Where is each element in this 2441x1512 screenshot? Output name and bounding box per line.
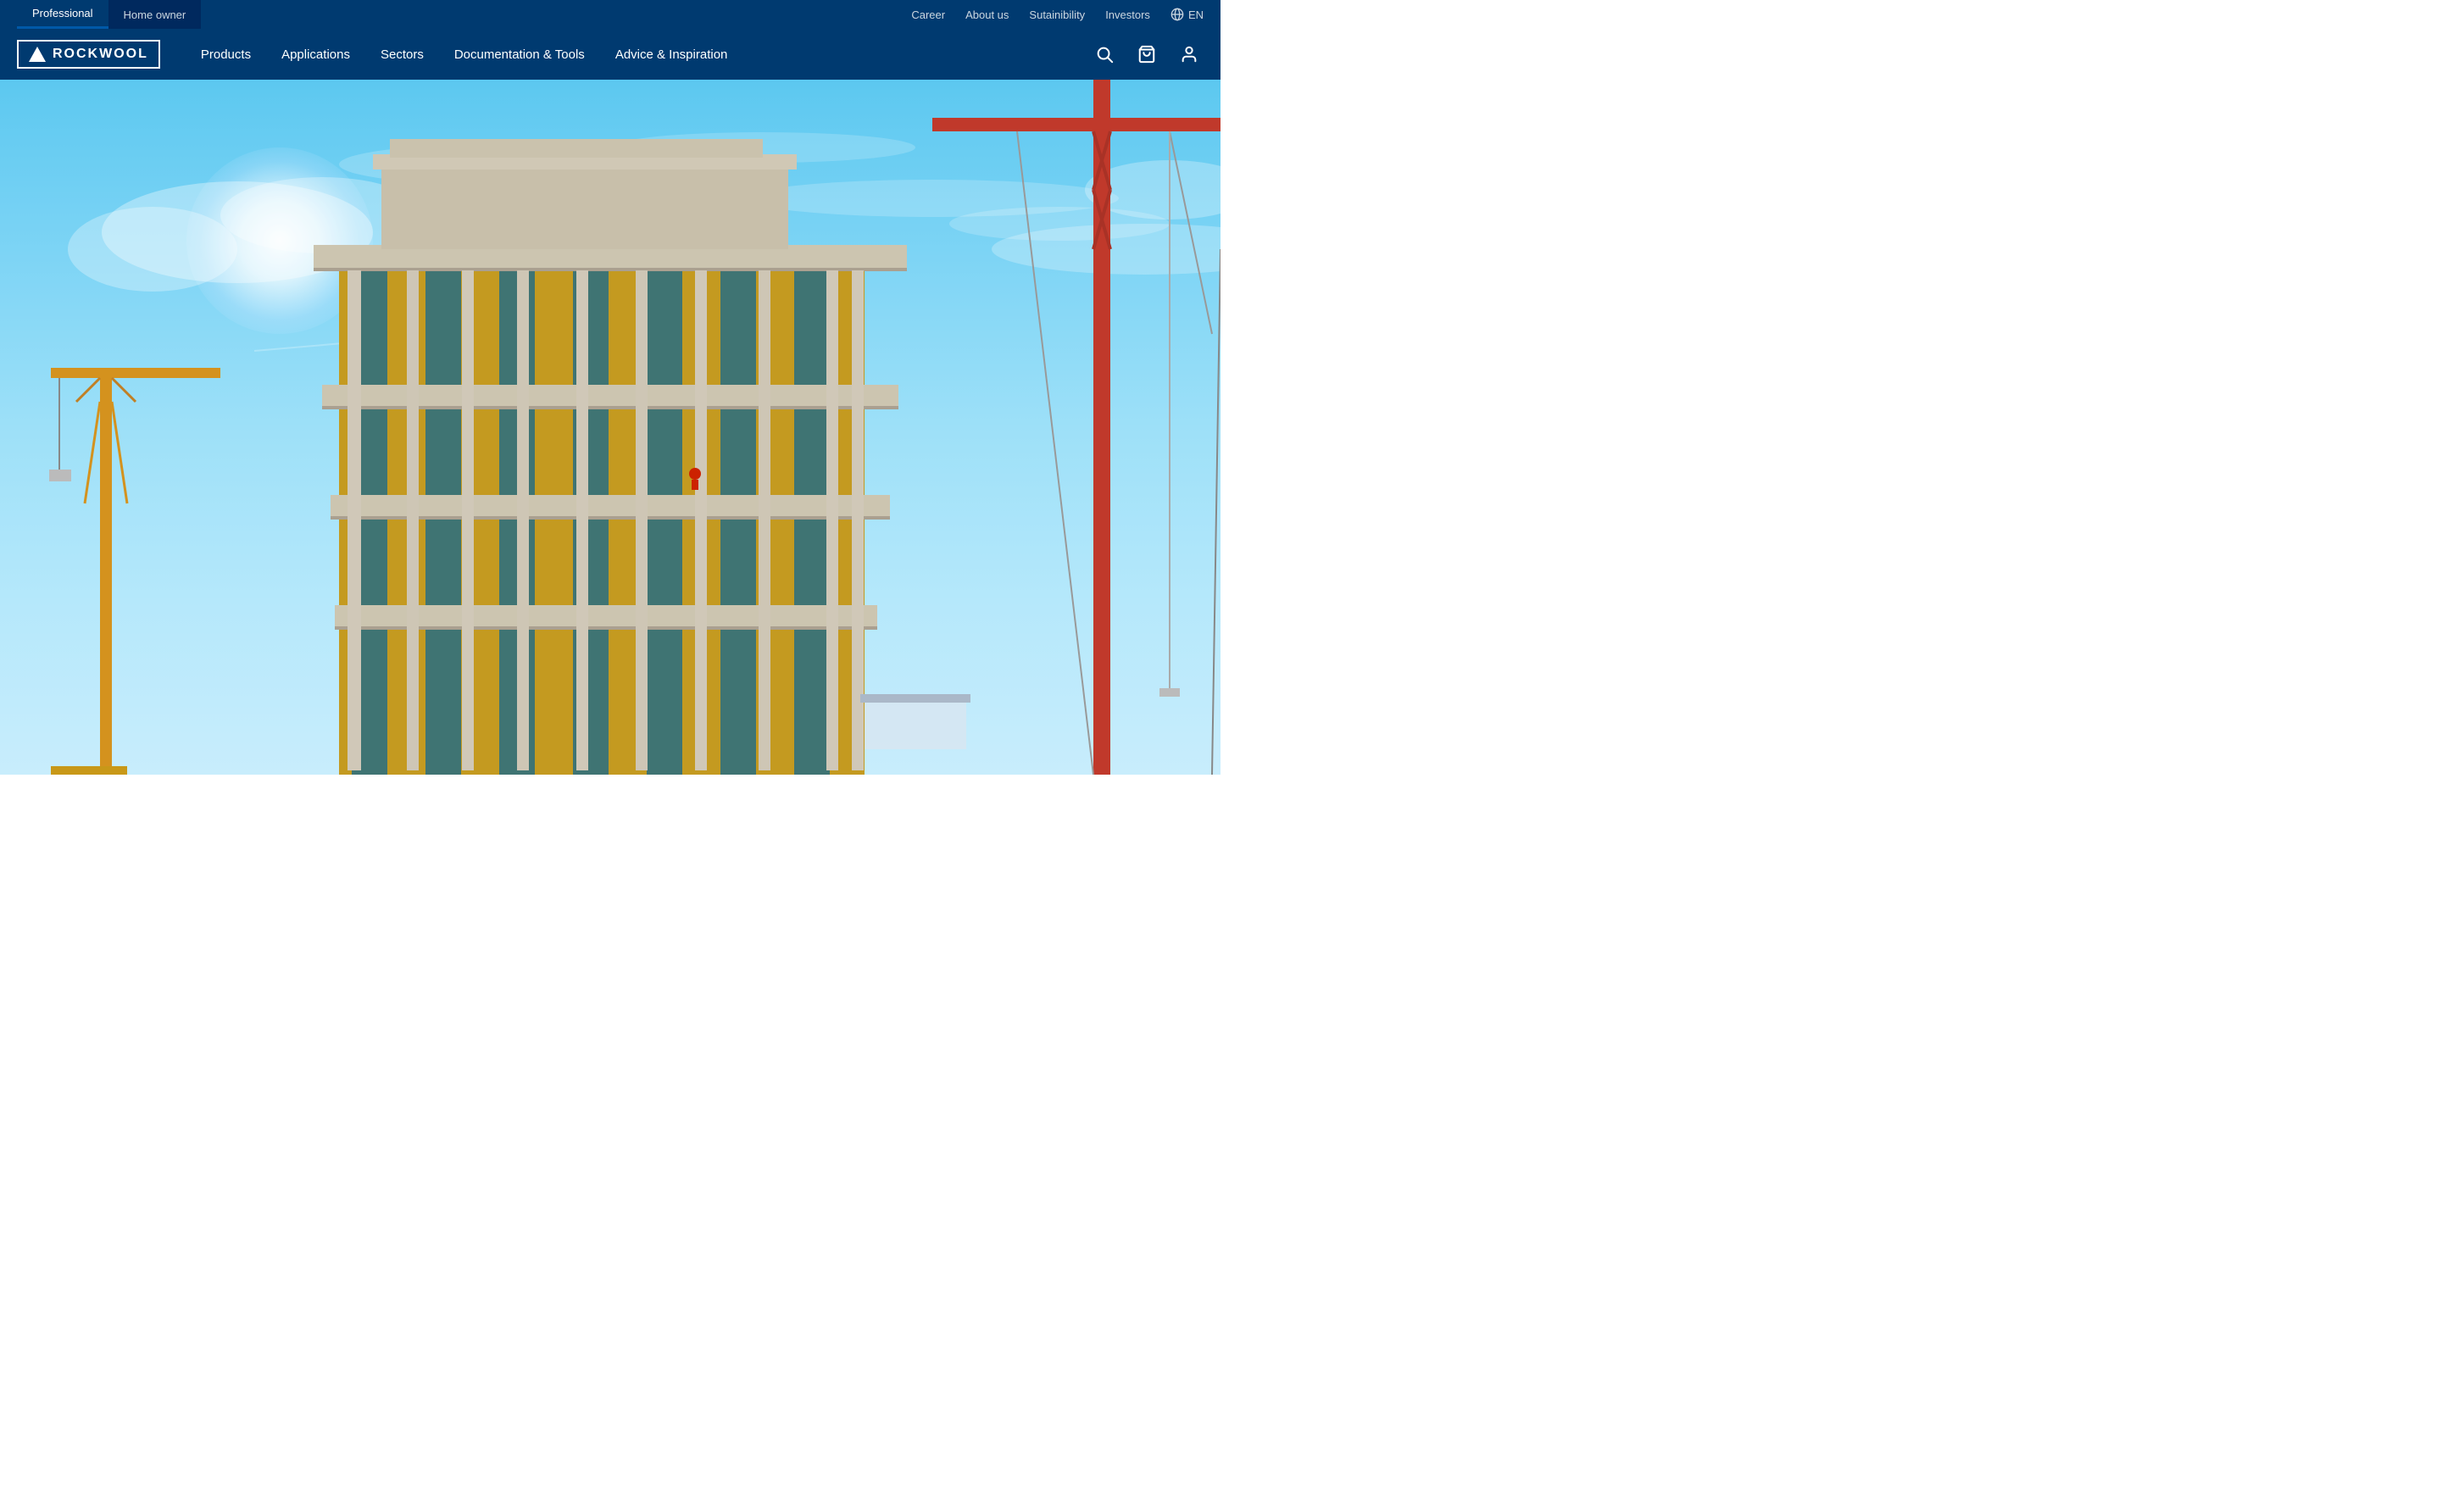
nav-documentation[interactable]: Documentation & Tools bbox=[439, 29, 600, 80]
tab-professional[interactable]: Professional bbox=[17, 0, 108, 29]
sustainability-link[interactable]: Sutainibility bbox=[1029, 8, 1085, 21]
user-icon bbox=[1180, 45, 1198, 64]
main-navigation: ROCKWOOL Products Applications Sectors D… bbox=[0, 29, 1220, 80]
career-link[interactable]: Career bbox=[911, 8, 945, 21]
language-selector[interactable]: EN bbox=[1170, 8, 1204, 21]
top-bar-tabs: Professional Home owner bbox=[17, 0, 201, 29]
user-button[interactable] bbox=[1175, 40, 1204, 69]
nav-advice[interactable]: Advice & Inspiration bbox=[600, 29, 743, 80]
nav-applications[interactable]: Applications bbox=[266, 29, 365, 80]
nav-links: Products Applications Sectors Documentat… bbox=[186, 29, 1090, 80]
about-us-link[interactable]: About us bbox=[965, 8, 1009, 21]
language-label: EN bbox=[1188, 8, 1204, 21]
cart-icon bbox=[1137, 45, 1156, 64]
top-bar: Professional Home owner Career About us … bbox=[0, 0, 1220, 29]
hero-section bbox=[0, 80, 1220, 775]
nav-products[interactable]: Products bbox=[186, 29, 266, 80]
logo-wrapper[interactable]: ROCKWOOL bbox=[17, 40, 160, 69]
hero-building bbox=[0, 80, 1220, 775]
search-icon bbox=[1095, 45, 1114, 64]
search-button[interactable] bbox=[1090, 40, 1119, 69]
top-bar-links: Career About us Sutainibility Investors … bbox=[911, 8, 1204, 21]
tab-homeowner[interactable]: Home owner bbox=[108, 0, 202, 29]
nav-actions bbox=[1090, 40, 1204, 69]
logo[interactable]: ROCKWOOL bbox=[17, 40, 160, 69]
investors-link[interactable]: Investors bbox=[1105, 8, 1150, 21]
nav-sectors[interactable]: Sectors bbox=[365, 29, 439, 80]
logo-text: ROCKWOOL bbox=[53, 47, 148, 62]
cart-button[interactable] bbox=[1132, 40, 1161, 69]
globe-icon bbox=[1170, 8, 1184, 21]
logo-triangle bbox=[29, 47, 46, 62]
